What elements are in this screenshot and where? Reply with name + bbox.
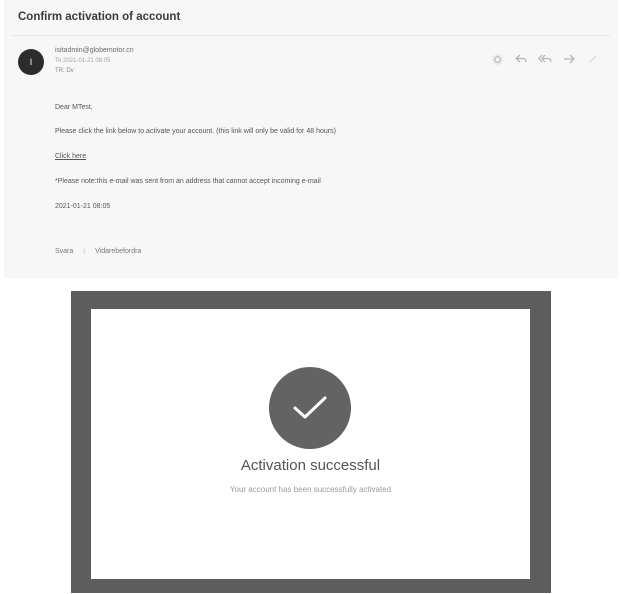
- forward-button[interactable]: Vidarebefordra: [95, 248, 141, 255]
- reply-icon[interactable]: [514, 52, 528, 66]
- email-panel: Confirm activation of account I isitadmi…: [4, 0, 618, 278]
- activation-frame: Activation successful Your account has b…: [71, 291, 551, 593]
- email-timestamp: 2021-01-21 08:05: [55, 203, 111, 210]
- footer-separator: |: [83, 248, 86, 255]
- email-footer: Svara | Vidarebefordra: [55, 248, 141, 255]
- recipient: TR: Dv: [55, 68, 74, 74]
- email-subject: Confirm activation of account: [18, 11, 181, 23]
- instruction-text: Please click the link below to activate …: [55, 128, 336, 135]
- activation-link[interactable]: Click here: [55, 153, 86, 160]
- forward-icon[interactable]: [562, 52, 576, 66]
- sender-email[interactable]: isitadmin@globemotor.cn: [55, 47, 134, 54]
- divider: [12, 35, 610, 36]
- success-subtitle: Your account has been successfully activ…: [229, 485, 392, 494]
- more-icon[interactable]: [586, 52, 600, 66]
- avatar: I: [18, 49, 44, 75]
- reply-button[interactable]: Svara: [55, 248, 73, 255]
- notice-text: *Please note:this e-mail was sent from a…: [55, 178, 321, 185]
- greeting: Dear MTest,: [55, 104, 93, 111]
- success-check-icon: [269, 367, 351, 449]
- email-toolbar: [490, 52, 600, 66]
- settings-icon[interactable]: [490, 52, 504, 66]
- avatar-initial: I: [29, 57, 33, 67]
- reply-all-icon[interactable]: [538, 52, 552, 66]
- success-title: Activation successful: [240, 457, 381, 474]
- sender-date: To 2021-01-21 08:05: [55, 58, 111, 64]
- activation-page: Activation successful Your account has b…: [91, 309, 530, 579]
